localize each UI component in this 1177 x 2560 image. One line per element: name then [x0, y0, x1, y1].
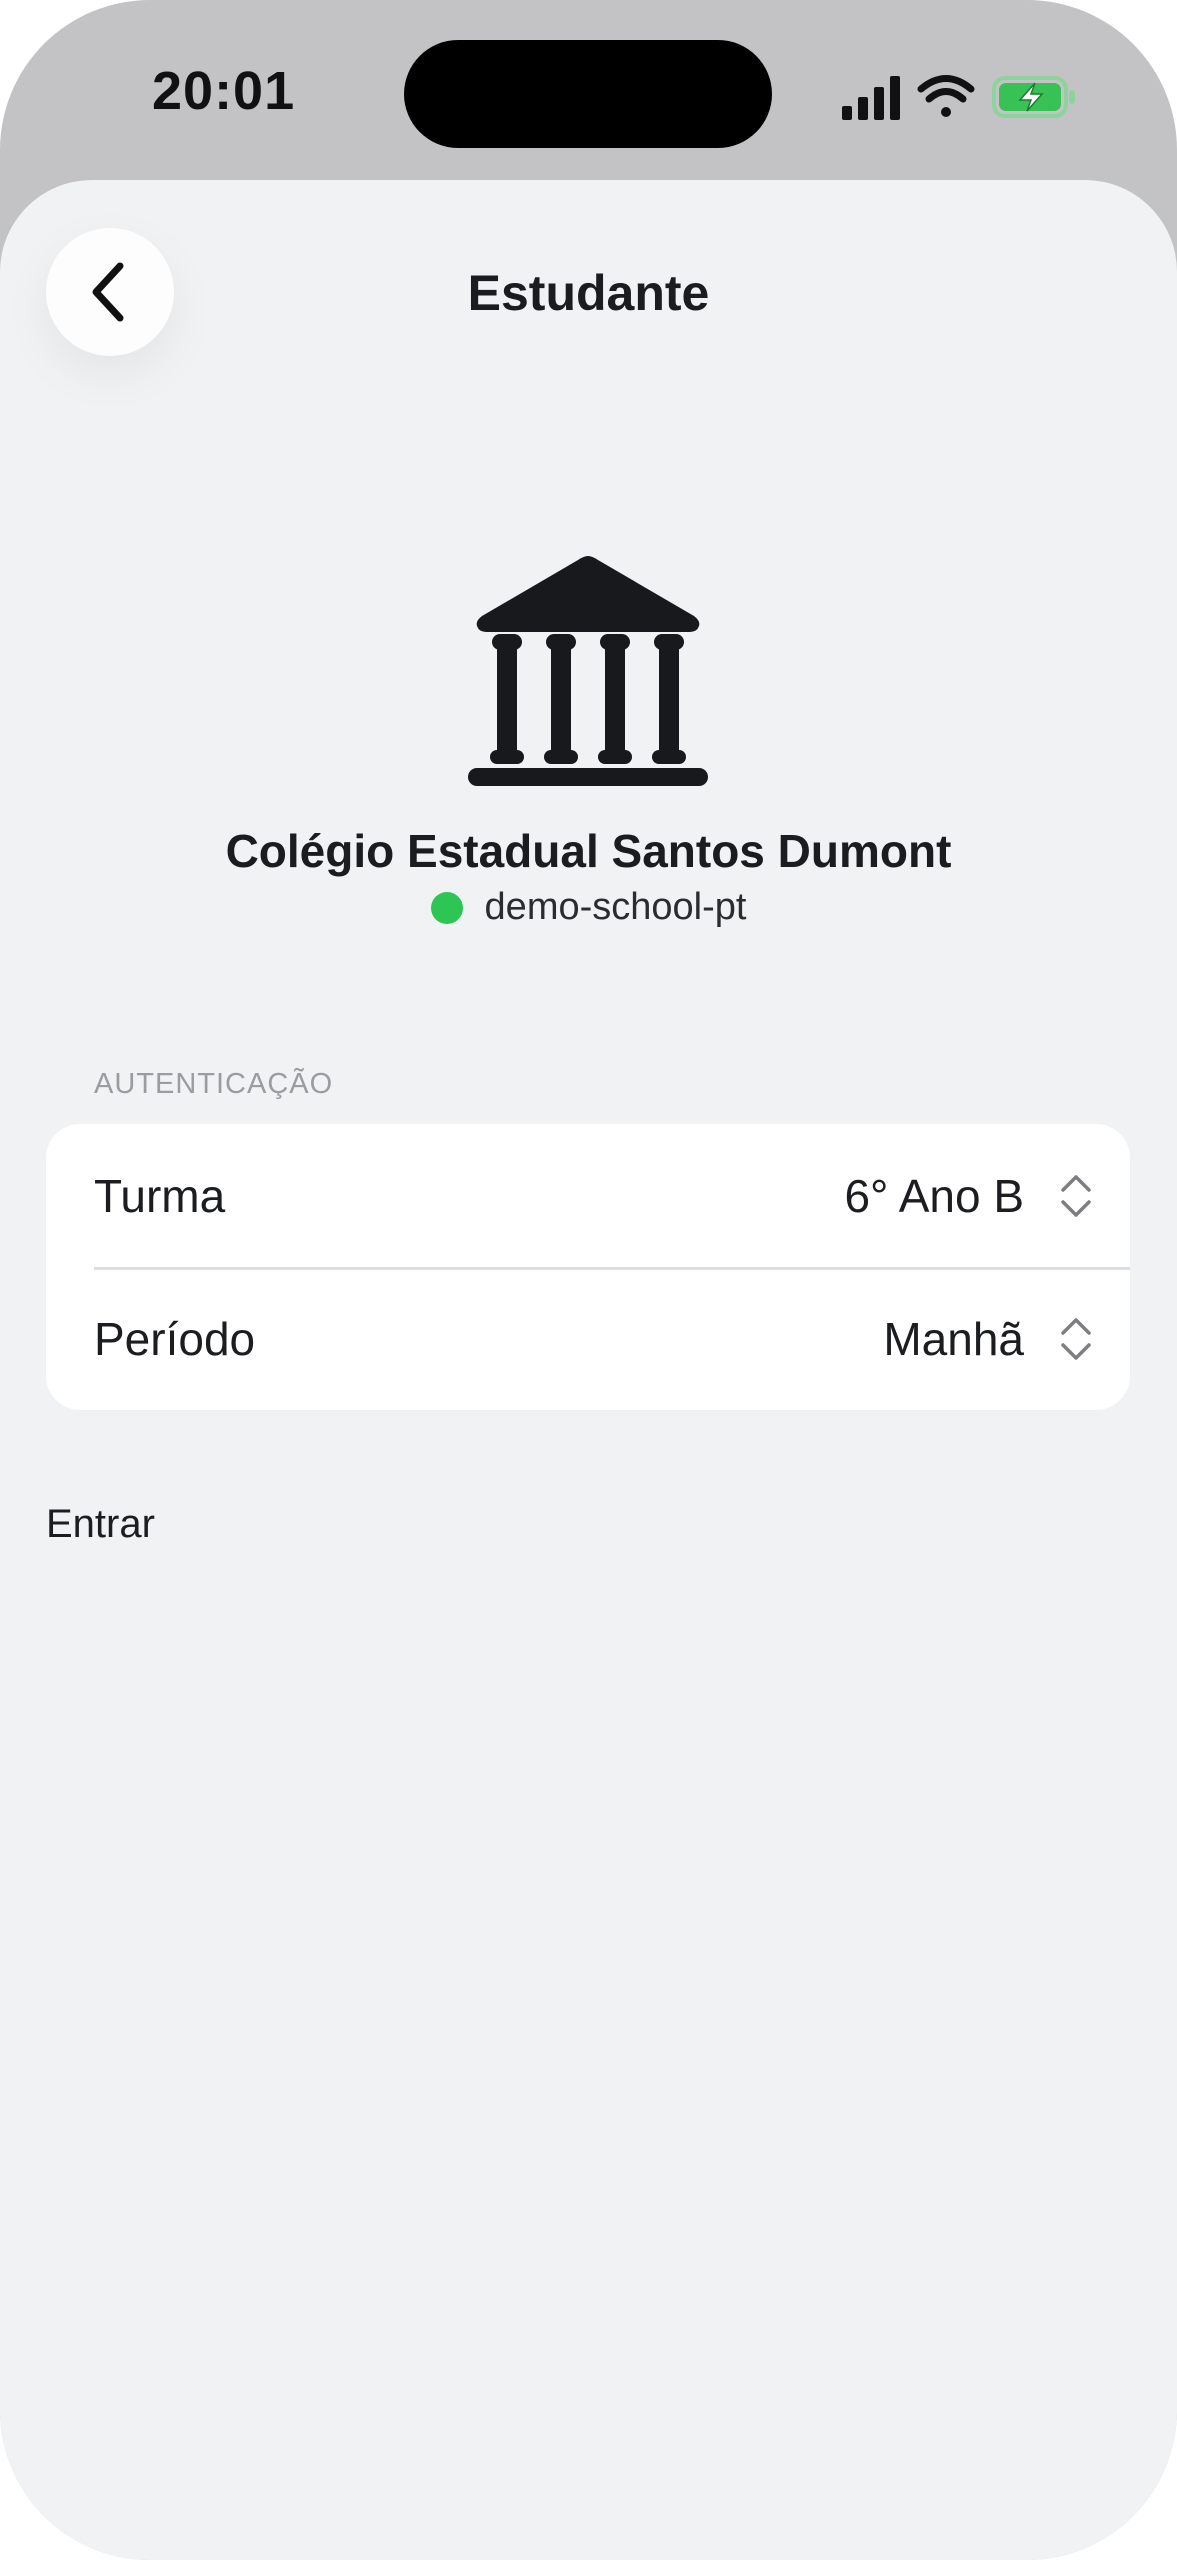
school-code-row: demo-school-pt: [0, 886, 1177, 929]
phone-screen: 20:01 Estudante Colégio Estadual Santos …: [0, 0, 1177, 2560]
enter-button[interactable]: Entrar: [46, 1502, 155, 1547]
period-picker-row[interactable]: Período Manhã: [46, 1267, 1130, 1410]
school-code: demo-school-pt: [484, 886, 747, 928]
login-sheet: Estudante Colégio Estadual Santos Dumont…: [0, 180, 1177, 2560]
dynamic-island: [404, 40, 772, 148]
auth-card: Turma 6° Ano B Período Manhã: [46, 1124, 1130, 1410]
row-value-class[interactable]: 6° Ano B: [844, 1169, 1024, 1223]
wifi-icon: [917, 75, 975, 117]
row-value-period[interactable]: Manhã: [883, 1312, 1024, 1366]
status-time: 20:01: [152, 61, 296, 121]
status-icons: [842, 75, 1075, 120]
chevron-up-down-icon: [1061, 1317, 1091, 1360]
institution-icon: [468, 556, 708, 786]
page-title: Estudante: [467, 265, 710, 321]
chevron-up-down-icon: [1061, 1174, 1091, 1217]
row-label-class: Turma: [94, 1169, 226, 1222]
row-label-period: Período: [94, 1312, 256, 1365]
class-picker-row[interactable]: Turma 6° Ano B: [46, 1124, 1130, 1267]
battery-charging-icon: [992, 76, 1075, 118]
school-name: Colégio Estadual Santos Dumont: [225, 825, 952, 877]
signal-icon: [842, 76, 900, 120]
section-label-auth: AUTENTICAÇÃO: [94, 1068, 334, 1100]
online-status-dot: [430, 891, 463, 924]
